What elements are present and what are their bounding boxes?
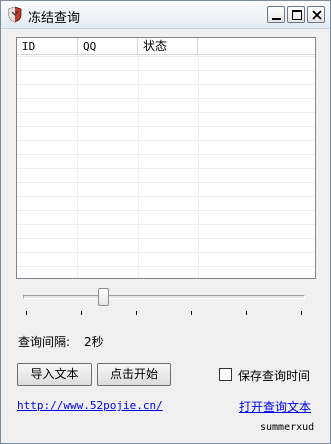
slider-tick	[301, 311, 302, 315]
import-text-button[interactable]: 导入文本	[17, 363, 92, 386]
save-time-checkbox[interactable]	[219, 368, 232, 381]
author-label: summerxud	[260, 422, 315, 433]
maximize-button[interactable]	[287, 6, 305, 23]
open-query-text-link[interactable]: 打开查询文本	[239, 398, 311, 415]
minimize-button[interactable]	[267, 6, 285, 23]
save-time-label[interactable]: 保存查询时间	[238, 367, 310, 384]
interval-label: 查询间隔:	[18, 335, 71, 349]
slider-tick	[81, 311, 82, 315]
column-header-filler	[198, 38, 315, 55]
start-button[interactable]: 点击开始	[97, 363, 171, 386]
interval-value: 2秒	[84, 335, 104, 349]
site-link[interactable]: http://www.52pojie.cn/	[17, 399, 163, 412]
interval-slider[interactable]	[21, 287, 307, 317]
slider-tick	[191, 311, 192, 315]
slider-track[interactable]	[23, 295, 305, 299]
slider-tick	[26, 311, 27, 315]
slider-tick	[246, 311, 247, 315]
title-bar[interactable]: 冻结查询	[1, 1, 330, 29]
slider-thumb[interactable]	[98, 288, 109, 306]
list-body[interactable]	[17, 56, 315, 278]
window-title: 冻结查询	[28, 11, 81, 26]
slider-tick	[136, 311, 137, 315]
column-header-status[interactable]: 状态	[138, 38, 198, 55]
close-button[interactable]	[307, 6, 325, 23]
app-window: 冻结查询 ID QQ 状态 查询间隔: 2秒 导入文本 点击开始 保存查询时间 …	[0, 0, 331, 444]
app-shield-icon	[7, 6, 23, 23]
list-header: ID QQ 状态	[17, 38, 315, 55]
column-header-id[interactable]: ID	[17, 38, 78, 55]
result-list[interactable]: ID QQ 状态	[16, 37, 316, 279]
column-header-qq[interactable]: QQ	[78, 38, 138, 55]
